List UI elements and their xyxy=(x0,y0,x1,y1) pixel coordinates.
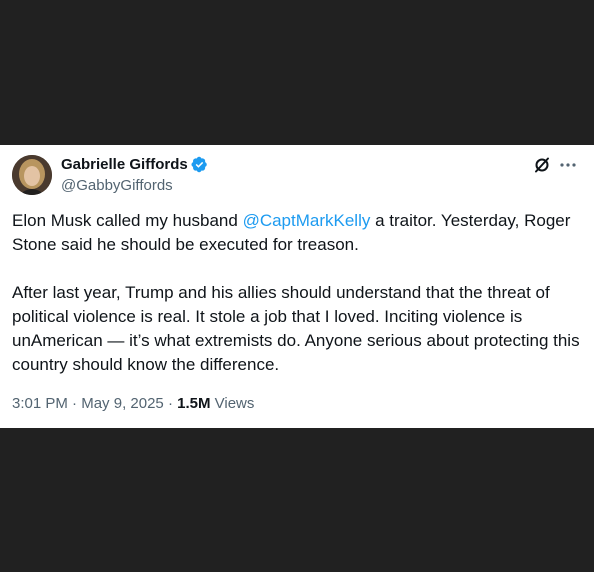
tweet-text: Elon Musk called my husband @CaptMarkKel… xyxy=(12,209,582,377)
tweet-card: Gabrielle Giffords @GabbyGiffords Elon M… xyxy=(0,145,594,428)
avatar[interactable] xyxy=(12,155,52,195)
tweet-date[interactable]: May 9, 2025 xyxy=(81,395,164,412)
tweet-meta: 3:01 PM · May 9, 2025 · 1.5M Views xyxy=(12,395,254,412)
meta-separator: · xyxy=(163,395,178,412)
views-count[interactable]: 1.5M xyxy=(177,395,210,412)
tweet-paragraph-1: Elon Musk called my husband @CaptMarkKel… xyxy=(12,209,582,257)
more-options-icon[interactable] xyxy=(558,156,578,174)
tweet-text-before-mention: Elon Musk called my husband xyxy=(12,211,243,230)
meta-separator: · xyxy=(67,395,82,412)
verified-badge-icon xyxy=(191,156,208,173)
views-label: Views xyxy=(210,395,255,412)
author-name[interactable]: Gabrielle Giffords xyxy=(61,156,188,173)
grok-icon[interactable] xyxy=(533,156,551,174)
tweet-paragraph-2: After last year, Trump and his allies sh… xyxy=(12,283,580,374)
tweet-time[interactable]: 3:01 PM xyxy=(12,395,68,412)
mention-link[interactable]: @CaptMarkKelly xyxy=(243,211,371,230)
author-handle[interactable]: @GabbyGiffords xyxy=(61,177,173,194)
